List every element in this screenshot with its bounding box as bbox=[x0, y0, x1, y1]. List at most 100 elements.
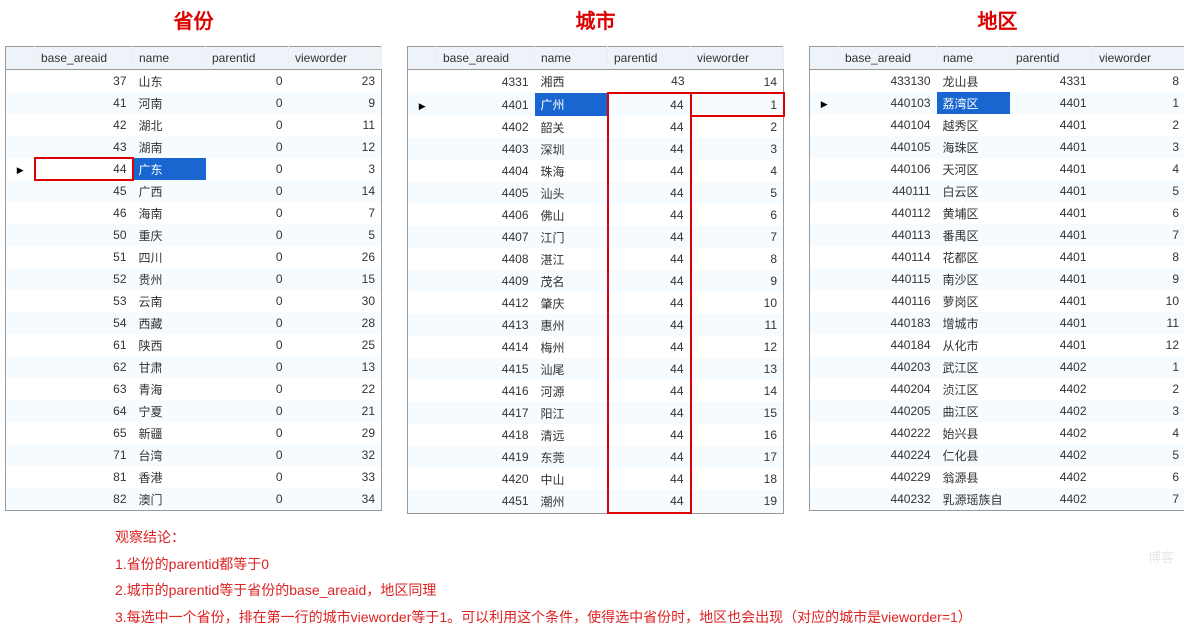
table-row[interactable]: 440183增城市440111 bbox=[810, 312, 1184, 334]
table-row[interactable]: 4451潮州4419 bbox=[408, 490, 784, 513]
col-header[interactable]: parentid bbox=[608, 47, 691, 70]
cell-name: 湛江 bbox=[535, 248, 608, 270]
table-row[interactable]: 63青海022 bbox=[6, 378, 382, 400]
table-row[interactable]: 37山东023 bbox=[6, 70, 382, 93]
col-header[interactable]: base_areaid bbox=[839, 47, 937, 70]
col-header[interactable]: base_areaid bbox=[437, 47, 535, 70]
table-row[interactable]: 4420中山4418 bbox=[408, 468, 784, 490]
table-row[interactable]: 53云南030 bbox=[6, 290, 382, 312]
table-row[interactable]: 4417阳江4415 bbox=[408, 402, 784, 424]
table-row[interactable]: 42湖北011 bbox=[6, 114, 382, 136]
col-header[interactable]: vieworder bbox=[289, 47, 382, 70]
city-table[interactable]: base_areaidnameparentidvieworder4331湘西43… bbox=[407, 46, 784, 514]
table-row[interactable]: 4418清远4416 bbox=[408, 424, 784, 446]
table-row[interactable]: 50重庆05 bbox=[6, 224, 382, 246]
table-row[interactable]: 43湖南012 bbox=[6, 136, 382, 158]
table-row[interactable]: 440116萝岗区440110 bbox=[810, 290, 1184, 312]
table-row[interactable]: 51四川026 bbox=[6, 246, 382, 268]
table-row[interactable]: 4331湘西4314 bbox=[408, 70, 784, 94]
table-row[interactable]: 61陕西025 bbox=[6, 334, 382, 356]
table-row[interactable]: 4409茂名449 bbox=[408, 270, 784, 292]
table-row[interactable]: 440224仁化县44025 bbox=[810, 444, 1184, 466]
table-row[interactable]: 52贵州015 bbox=[6, 268, 382, 290]
table-row[interactable]: 4404珠海444 bbox=[408, 160, 784, 182]
col-header[interactable]: vieworder bbox=[1093, 47, 1184, 70]
table-row[interactable]: 4402韶关442 bbox=[408, 116, 784, 138]
table-row[interactable]: 440114花都区44018 bbox=[810, 246, 1184, 268]
table-row[interactable]: 440115南沙区44019 bbox=[810, 268, 1184, 290]
col-header[interactable]: parentid bbox=[206, 47, 289, 70]
table-row[interactable]: 4414梅州4412 bbox=[408, 336, 784, 358]
table-row[interactable]: 44广东03 bbox=[6, 158, 382, 180]
cell-id: 440106 bbox=[839, 158, 937, 180]
table-row[interactable]: 4408湛江448 bbox=[408, 248, 784, 270]
table-row[interactable]: 440106天河区44014 bbox=[810, 158, 1184, 180]
table-row[interactable]: 82澳门034 bbox=[6, 488, 382, 511]
cell-name: 韶关 bbox=[535, 116, 608, 138]
cell-name: 惠州 bbox=[535, 314, 608, 336]
table-row[interactable]: 41河南09 bbox=[6, 92, 382, 114]
col-header[interactable] bbox=[408, 47, 437, 70]
table-row[interactable]: 64宁夏021 bbox=[6, 400, 382, 422]
col-header[interactable]: parentid bbox=[1010, 47, 1093, 70]
table-row[interactable]: 4416河源4414 bbox=[408, 380, 784, 402]
table-row[interactable]: 4415汕尾4413 bbox=[408, 358, 784, 380]
table-row[interactable]: 54西藏028 bbox=[6, 312, 382, 334]
col-header[interactable] bbox=[810, 47, 839, 70]
table-row[interactable]: 440232乳源瑶族自44027 bbox=[810, 488, 1184, 511]
table-row[interactable]: 440112黄埔区44016 bbox=[810, 202, 1184, 224]
table-row[interactable]: 4413惠州4411 bbox=[408, 314, 784, 336]
table-row[interactable]: 440113番禺区44017 bbox=[810, 224, 1184, 246]
table-row[interactable]: 440103荔湾区44011 bbox=[810, 92, 1184, 114]
col-header[interactable]: name bbox=[133, 47, 206, 70]
cell-id: 440114 bbox=[839, 246, 937, 268]
table-row[interactable]: 440204浈江区44022 bbox=[810, 378, 1184, 400]
table-row[interactable]: 440203武江区44021 bbox=[810, 356, 1184, 378]
cell-id: 4414 bbox=[437, 336, 535, 358]
notes-line2: 2.城市的parentid等于省份的base_areaid，地区同理 bbox=[115, 577, 1184, 604]
col-header[interactable]: base_areaid bbox=[35, 47, 133, 70]
table-row[interactable]: 440104越秀区44012 bbox=[810, 114, 1184, 136]
table-row[interactable]: 440111白云区44015 bbox=[810, 180, 1184, 202]
cell-vieworder: 25 bbox=[289, 334, 382, 356]
table-row[interactable]: 62甘肃013 bbox=[6, 356, 382, 378]
table-row[interactable]: 4401广州441 bbox=[408, 93, 784, 116]
district-title: 地区 bbox=[809, 5, 1184, 34]
cell-vieworder: 4 bbox=[1093, 158, 1184, 180]
table-row[interactable]: 440229翁源县44026 bbox=[810, 466, 1184, 488]
province-table[interactable]: base_areaidnameparentidvieworder37山东0234… bbox=[5, 46, 382, 511]
col-header[interactable]: name bbox=[535, 47, 608, 70]
cell-name: 新疆 bbox=[133, 422, 206, 444]
cell-parentid: 4401 bbox=[1010, 246, 1093, 268]
col-header[interactable] bbox=[6, 47, 35, 70]
cell-vieworder: 9 bbox=[691, 270, 784, 292]
cell-vieworder: 7 bbox=[691, 226, 784, 248]
row-indicator-icon bbox=[17, 162, 24, 176]
table-row[interactable]: 4407江门447 bbox=[408, 226, 784, 248]
cell-vieworder: 3 bbox=[1093, 136, 1184, 158]
cell-vieworder: 7 bbox=[1093, 488, 1184, 511]
table-row[interactable]: 440222始兴县44024 bbox=[810, 422, 1184, 444]
district-panel: 地区 base_areaidnameparentidvieworder43313… bbox=[809, 5, 1184, 511]
district-table[interactable]: base_areaidnameparentidvieworder433130龙山… bbox=[809, 46, 1184, 511]
table-row[interactable]: 81香港033 bbox=[6, 466, 382, 488]
table-row[interactable]: 45广西014 bbox=[6, 180, 382, 202]
cell-id: 51 bbox=[35, 246, 133, 268]
table-row[interactable]: 4419东莞4417 bbox=[408, 446, 784, 468]
table-row[interactable]: 71台湾032 bbox=[6, 444, 382, 466]
cell-vieworder: 4 bbox=[691, 160, 784, 182]
col-header[interactable]: vieworder bbox=[691, 47, 784, 70]
table-row[interactable]: 46海南07 bbox=[6, 202, 382, 224]
table-row[interactable]: 4406佛山446 bbox=[408, 204, 784, 226]
table-row[interactable]: 433130龙山县43318 bbox=[810, 70, 1184, 93]
table-row[interactable]: 4403深圳443 bbox=[408, 138, 784, 160]
table-row[interactable]: 4405汕头445 bbox=[408, 182, 784, 204]
col-header[interactable]: name bbox=[937, 47, 1010, 70]
cell-vieworder: 4 bbox=[1093, 422, 1184, 444]
table-row[interactable]: 440184从化市440112 bbox=[810, 334, 1184, 356]
table-row[interactable]: 65新疆029 bbox=[6, 422, 382, 444]
table-row[interactable]: 440105海珠区44013 bbox=[810, 136, 1184, 158]
table-row[interactable]: 440205曲江区44023 bbox=[810, 400, 1184, 422]
table-row[interactable]: 4412肇庆4410 bbox=[408, 292, 784, 314]
notes-block: 观察结论： 1.省份的parentid都等于0 2.城市的parentid等于省… bbox=[5, 524, 1184, 630]
